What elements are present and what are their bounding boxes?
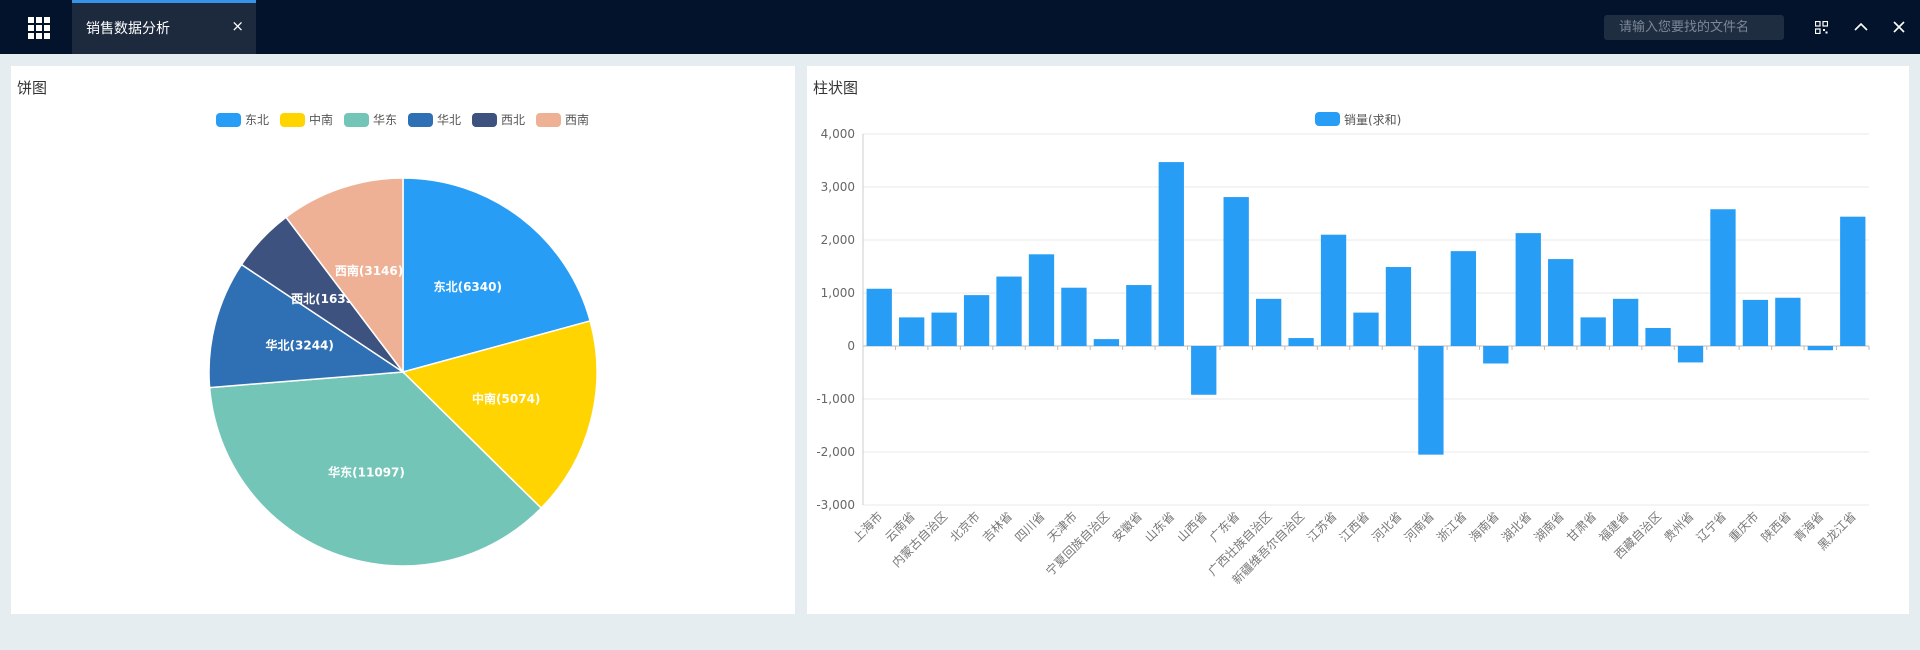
- legend-swatch: [408, 113, 433, 127]
- legend-label: 西南: [565, 112, 589, 127]
- bar: [1028, 254, 1055, 346]
- tab-title: 销售数据分析: [86, 21, 170, 37]
- legend-label: 东北: [245, 113, 269, 127]
- x-tick-label: 海南省: [1466, 509, 1502, 545]
- bar: [1223, 197, 1249, 346]
- bar: [1418, 346, 1444, 455]
- x-tick-label: 山东省: [1142, 509, 1177, 544]
- bar: [1677, 346, 1704, 363]
- legend-swatch: [344, 113, 369, 127]
- bar: [1742, 299, 1769, 346]
- legend-label: 中南: [309, 112, 333, 127]
- bar: [899, 317, 925, 346]
- bar: [1710, 209, 1736, 346]
- bar: [1353, 312, 1379, 346]
- slice-label: 中南(5074): [472, 391, 540, 406]
- x-tick-label: 河南省: [1401, 509, 1437, 545]
- legend-swatch: [1315, 112, 1340, 126]
- bar: [1385, 267, 1412, 346]
- x-tick-label: 湖北省: [1498, 509, 1534, 545]
- pie-chart-panel: 饼图 东北 中南 华东 华北 西北 西南 东北(6340) 中南(5074) 华东(11097)…: [11, 66, 795, 614]
- legend-label: 销量(求和): [1344, 113, 1401, 127]
- close-icon[interactable]: ×: [231, 16, 244, 36]
- slice-label: 华东(11097): [328, 464, 405, 479]
- bar: [1093, 339, 1120, 346]
- legend-swatch: [216, 113, 241, 127]
- x-tick-label: 四川省: [1012, 509, 1047, 544]
- bar: [1840, 216, 1866, 346]
- x-tick-label: 内蒙古自治区: [889, 509, 951, 571]
- x-tick-label: 山西省: [1174, 509, 1209, 544]
- slice-label: 西南(3146): [335, 263, 403, 278]
- apps-grid-icon[interactable]: [28, 17, 50, 39]
- x-tick-label: 河北省: [1369, 509, 1404, 544]
- bar: [931, 312, 957, 346]
- bar: [1775, 297, 1801, 346]
- slice-label: 东北(6340): [434, 279, 502, 294]
- x-tick-label: 辽宁省: [1693, 509, 1729, 545]
- qrcode-icon[interactable]: [1810, 16, 1832, 38]
- bar: [1612, 298, 1639, 346]
- bar: [1320, 234, 1347, 346]
- y-tick-label: 0: [847, 339, 855, 353]
- y-tick-label: 3,000: [821, 180, 855, 194]
- search-box[interactable]: [1604, 15, 1791, 40]
- bar-chart: 销量(求和) 4,000 3,000 2,000 1,000 0 -1,000 -2,000 -…: [816, 112, 1870, 587]
- tab-sales-analysis[interactable]: 销售数据分析 ×: [72, 0, 256, 54]
- x-tick-label: 北京市: [947, 509, 983, 545]
- y-tick-label: 4,000: [821, 127, 855, 141]
- bar: [1515, 233, 1541, 346]
- bar: [1807, 346, 1833, 351]
- x-tick-label: 重庆市: [1725, 509, 1761, 545]
- y-tick-label: 2,000: [821, 233, 855, 247]
- x-tick-label: 贵州省: [1661, 509, 1696, 544]
- bar: [1288, 338, 1314, 346]
- bottom-strip: [0, 626, 1920, 650]
- bar: [1450, 251, 1477, 346]
- legend-swatch: [472, 113, 497, 127]
- legend-label: 华东: [373, 113, 397, 127]
- x-tick-label: 湖南省: [1531, 509, 1567, 545]
- bar: [963, 295, 990, 346]
- bar: [1191, 346, 1217, 395]
- y-tick-label: -2,000: [816, 445, 855, 459]
- x-tick-label: 吉林省: [980, 509, 1015, 544]
- bar: [1645, 327, 1671, 346]
- bar: [1061, 287, 1087, 346]
- x-tick-label: 江西省: [1337, 509, 1372, 544]
- x-tick-label: 江苏省: [1304, 509, 1339, 544]
- y-tick-label: -1,000: [816, 392, 855, 406]
- legend-swatch: [280, 113, 305, 127]
- legend-swatch: [536, 113, 561, 127]
- legend-label: 西北: [501, 113, 525, 127]
- y-tick-label: -3,000: [816, 498, 855, 512]
- legend-label: 华北: [437, 113, 461, 127]
- chevron-up-icon[interactable]: [1850, 16, 1872, 38]
- bar: [1255, 298, 1282, 346]
- bar: [1483, 346, 1509, 364]
- top-bar: 销售数据分析 ×: [0, 0, 1920, 54]
- bar: [866, 288, 892, 346]
- search-input[interactable]: [1613, 19, 1791, 36]
- bar: [996, 276, 1022, 346]
- bar: [1126, 285, 1152, 346]
- x-tick-label: 上海市: [849, 509, 885, 545]
- x-tick-label: 安徽省: [1109, 509, 1145, 545]
- x-tick-label: 陕西省: [1758, 509, 1794, 545]
- bar: [1548, 259, 1574, 346]
- close-icon[interactable]: [1888, 16, 1910, 38]
- y-tick-label: 1,000: [821, 286, 855, 300]
- bar: [1158, 162, 1184, 346]
- x-tick-label: 甘肃省: [1564, 509, 1599, 544]
- x-tick-label: 浙江省: [1434, 509, 1469, 544]
- bar: [1580, 317, 1606, 346]
- pie-chart: 东北 中南 华东 华北 西北 西南东北(6340) 中南(5074) 华东(11097) 华北(…: [208, 112, 598, 567]
- slice-label: 华北(3244): [266, 337, 334, 352]
- bar-chart-panel: 柱状图 销量(求和) 4,000 3,000 2,000 1,000 0 -1,000 -2,…: [807, 66, 1909, 614]
